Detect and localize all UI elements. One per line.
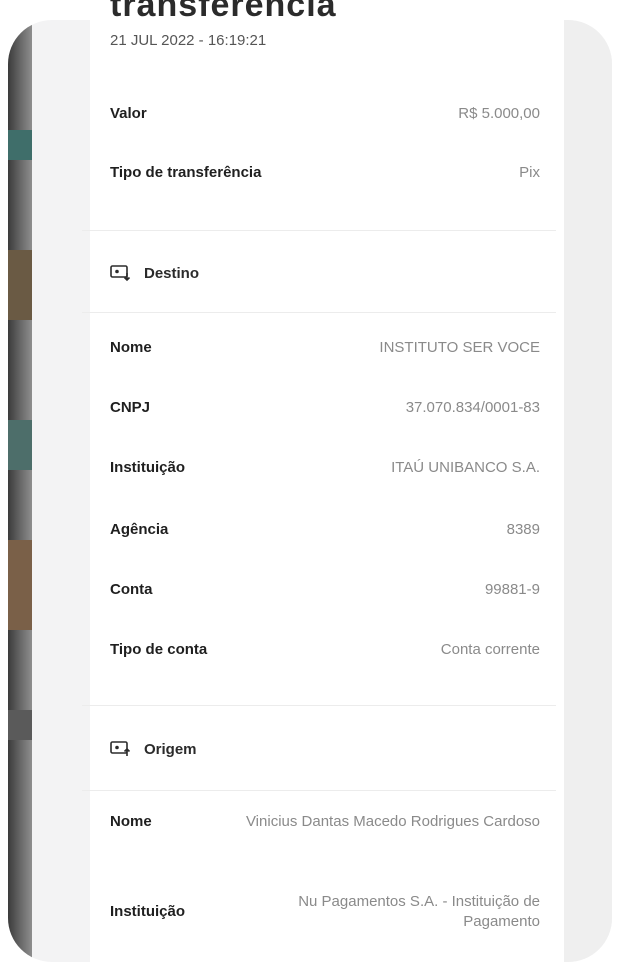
background-app-strip — [8, 20, 32, 962]
origem-section-label: Origem — [144, 740, 197, 758]
tipo-transferencia-row: Tipo de transferência Pix — [110, 157, 540, 187]
destino-section-header: Destino — [110, 258, 199, 288]
outbound-arrow-icon — [110, 741, 131, 756]
receipt-title: transferência — [110, 0, 337, 24]
destino-cnpj-value: 37.070.834/0001-83 — [405, 398, 540, 416]
origem-instituicao-label: Instituição — [110, 903, 186, 920]
destino-instituicao-value: ITAÚ UNIBANCO S.A. — [391, 458, 540, 476]
destino-instituicao-label: Instituição — [110, 458, 186, 476]
valor-label: Valor — [110, 104, 147, 122]
destino-conta-value: 99881-9 — [484, 580, 540, 598]
destino-section-label: Destino — [144, 264, 200, 282]
origem-row: Nome Vinicius Dantas Macedo Rodrigues Ca… — [110, 812, 540, 832]
divider — [82, 230, 556, 231]
divider — [82, 705, 556, 706]
destino-row: Tipo de conta Conta corrente — [110, 634, 540, 664]
origem-nome-value: Vinicius Dantas Macedo Rodrigues Cardoso — [245, 813, 540, 830]
divider — [82, 312, 556, 313]
destino-nome-label: Nome — [110, 338, 152, 356]
destino-nome-value: INSTITUTO SER VOCE — [379, 338, 540, 356]
origem-row: Instituição Nu Pagamentos S.A. - Institu… — [110, 892, 540, 932]
destino-row: Conta 99881-9 — [110, 574, 540, 604]
valor-row: Valor R$ 5.000,00 — [110, 98, 540, 128]
origem-instituicao-value: Nu Pagamentos S.A. - Instituição de Paga… — [298, 893, 540, 930]
destino-row: CNPJ 37.070.834/0001-83 — [110, 392, 540, 422]
destino-conta-label: Conta — [110, 580, 153, 598]
receipt-date: 21 JUL 2022 - 16:19:21 — [110, 32, 267, 49]
destino-tipo-conta-value: Conta corrente — [440, 640, 540, 658]
destino-row: Agência 8389 — [110, 514, 540, 544]
origem-section-header: Origem — [110, 734, 197, 764]
tipo-transferencia-value: Pix — [519, 163, 540, 181]
valor-value: R$ 5.000,00 — [458, 104, 540, 122]
background-right-edge — [562, 20, 612, 962]
destino-row: Instituição ITAÚ UNIBANCO S.A. — [110, 452, 540, 482]
divider — [82, 790, 556, 791]
destino-agencia-label: Agência — [110, 520, 169, 538]
destino-agencia-value: 8389 — [506, 520, 540, 538]
origem-nome-label: Nome — [110, 813, 152, 830]
destino-row: Nome INSTITUTO SER VOCE — [110, 332, 540, 362]
inbound-arrow-icon — [110, 265, 131, 282]
tipo-transferencia-label: Tipo de transferência — [110, 163, 262, 181]
destino-cnpj-label: CNPJ — [110, 398, 151, 416]
destino-tipo-conta-label: Tipo de conta — [110, 640, 208, 658]
